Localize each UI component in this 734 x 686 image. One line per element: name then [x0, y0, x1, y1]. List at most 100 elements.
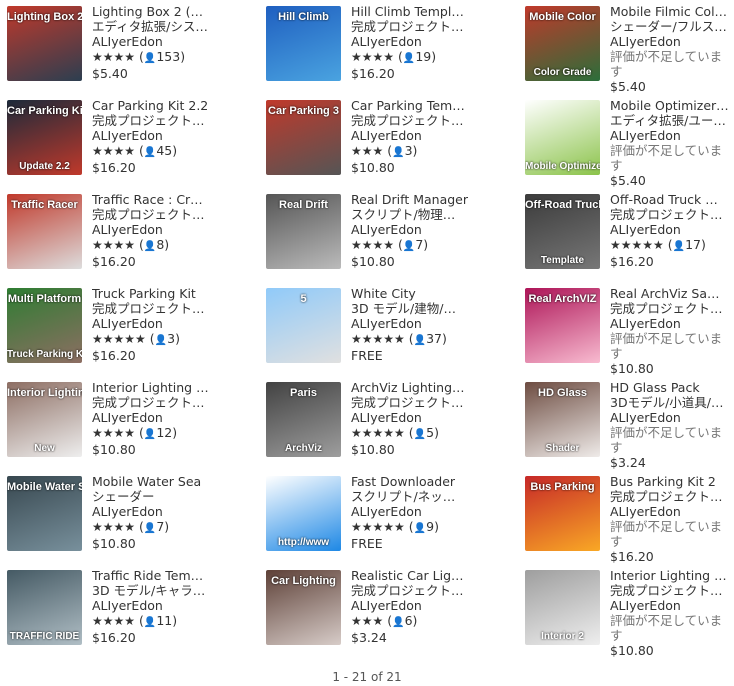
asset-thumbnail[interactable]: Multi Platform Truck Parking Kit: [7, 288, 82, 363]
asset-title-link[interactable]: Bus Parking Kit 2: [610, 474, 734, 489]
asset-publisher-link[interactable]: ALIyerEdon: [351, 222, 501, 237]
asset-title-link[interactable]: Mobile Optimizer…: [610, 98, 734, 113]
asset-publisher-link[interactable]: ALIyerEdon: [610, 410, 734, 425]
asset-item[interactable]: Interior 2 Interior Lighting … 完成プロジェクト… AL…: [518, 568, 734, 658]
asset-thumbnail[interactable]: Interior 2: [525, 570, 600, 645]
asset-item[interactable]: 5 White City 3D モデル/建物/… ALIyerEdon ★★★★★ (👤…: [259, 286, 504, 376]
asset-category-link[interactable]: 完成プロジェクト…: [351, 583, 501, 598]
asset-title-link[interactable]: Lighting Box 2 (…: [92, 4, 242, 19]
asset-item[interactable]: Mobile Water SeaMobile Water SeaシェーダーALI…: [0, 474, 245, 564]
asset-title-link[interactable]: Mobile Filmic Col…: [610, 4, 734, 19]
asset-publisher-link[interactable]: ALIyerEdon: [92, 410, 242, 425]
asset-item[interactable]: TRAFFIC RIDE Traffic Ride Tem… 3D モデル/キャラ……: [0, 568, 245, 658]
asset-category-link[interactable]: 完成プロジェクト…: [92, 113, 242, 128]
asset-publisher-link[interactable]: ALIyerEdon: [351, 504, 501, 519]
asset-thumbnail[interactable]: Paris ArchViz: [266, 382, 341, 457]
asset-publisher-link[interactable]: ALIyerEdon: [351, 128, 501, 143]
asset-title-link[interactable]: Off-Road Truck …: [610, 192, 734, 207]
asset-item[interactable]: http://www Fast Downloader スクリプト/ネッ… ALIyer…: [259, 474, 504, 564]
asset-item[interactable]: Mobile Color Color Grade Mobile Filmic Col…: [518, 4, 734, 94]
asset-publisher-link[interactable]: ALIyerEdon: [610, 316, 734, 331]
asset-item[interactable]: Off-Road Truck Template Off-Road Truck … 完成…: [518, 192, 734, 282]
asset-publisher-link[interactable]: ALIyerEdon: [92, 128, 242, 143]
asset-publisher-link[interactable]: ALIyerEdon: [351, 34, 501, 49]
asset-title-link[interactable]: Mobile Water Sea: [92, 474, 242, 489]
asset-title-link[interactable]: ArchViz Lighting…: [351, 380, 501, 395]
asset-thumbnail[interactable]: Interior Lighting New: [7, 382, 82, 457]
asset-title-link[interactable]: HD Glass Pack: [610, 380, 734, 395]
asset-title-link[interactable]: Traffic Ride Tem…: [92, 568, 242, 583]
asset-publisher-link[interactable]: ALIyerEdon: [92, 34, 242, 49]
asset-title-link[interactable]: Real Drift Manager: [351, 192, 501, 207]
asset-item[interactable]: Multi Platform Truck Parking Kit Truck Par…: [0, 286, 245, 376]
asset-item[interactable]: HD Glass Shader HD Glass Pack 3Dモデル/小道具/… AL…: [518, 380, 734, 470]
asset-publisher-link[interactable]: ALIyerEdon: [351, 316, 501, 331]
asset-category-link[interactable]: スクリプト/物理…: [351, 207, 501, 222]
asset-category-link[interactable]: 3D モデル/建物/…: [351, 301, 501, 316]
asset-category-link[interactable]: エディタ拡張/シス…: [92, 19, 242, 34]
asset-thumbnail[interactable]: Real Drift: [266, 194, 341, 269]
asset-item[interactable]: Traffic Racer Traffic Race : Cr… 完成プロジェクト……: [0, 192, 245, 282]
asset-title-link[interactable]: Truck Parking Kit: [92, 286, 242, 301]
asset-publisher-link[interactable]: ALIyerEdon: [92, 316, 242, 331]
asset-title-link[interactable]: Interior Lighting …: [92, 380, 242, 395]
asset-category-link[interactable]: 完成プロジェクト…: [92, 395, 242, 410]
asset-thumbnail[interactable]: http://www: [266, 476, 341, 551]
asset-category-link[interactable]: 完成プロジェクト…: [351, 113, 501, 128]
asset-thumbnail[interactable]: Car Lighting: [266, 570, 341, 645]
asset-category-link[interactable]: シェーダー: [92, 489, 242, 504]
asset-category-link[interactable]: 完成プロジェクト…: [610, 583, 734, 598]
asset-item[interactable]: Car Parking 3 Car Parking Tem… 完成プロジェクト… AL…: [259, 98, 504, 188]
asset-item[interactable]: Bus Parking Bus Parking Kit 2 完成プロジェクト… ALI…: [518, 474, 734, 564]
asset-thumbnail[interactable]: Real ArchVIZ: [525, 288, 600, 363]
asset-title-link[interactable]: Car Parking Tem…: [351, 98, 501, 113]
asset-thumbnail[interactable]: Lighting Box 2: [7, 6, 82, 81]
asset-item[interactable]: Paris ArchViz ArchViz Lighting… 完成プロジェクト… AL…: [259, 380, 504, 470]
asset-thumbnail[interactable]: Traffic Racer: [7, 194, 82, 269]
asset-publisher-link[interactable]: ALIyerEdon: [92, 504, 242, 519]
asset-thumbnail[interactable]: Bus Parking: [525, 476, 600, 551]
asset-thumbnail[interactable]: Car Parking 3: [266, 100, 341, 175]
asset-item[interactable]: Real ArchVIZ Real ArchViz Sa… 完成プロジェクト… ALI…: [518, 286, 734, 376]
asset-title-link[interactable]: Traffic Race : Cr…: [92, 192, 242, 207]
asset-publisher-link[interactable]: ALIyerEdon: [610, 598, 734, 613]
asset-thumbnail[interactable]: 5: [266, 288, 341, 363]
asset-item[interactable]: Lighting Box 2 Lighting Box 2 (… エディタ拡張/シス…: [0, 4, 245, 94]
asset-category-link[interactable]: 完成プロジェクト…: [92, 301, 242, 316]
asset-category-link[interactable]: エディタ拡張/ユー…: [610, 113, 734, 128]
asset-thumbnail[interactable]: Hill Climb: [266, 6, 341, 81]
asset-publisher-link[interactable]: ALIyerEdon: [610, 504, 734, 519]
asset-title-link[interactable]: Car Parking Kit 2.2: [92, 98, 242, 113]
asset-publisher-link[interactable]: ALIyerEdon: [610, 222, 734, 237]
asset-item[interactable]: Car Parking Kit Update 2.2 Car Parking Kit…: [0, 98, 245, 188]
asset-category-link[interactable]: 完成プロジェクト…: [610, 489, 734, 504]
asset-thumbnail[interactable]: Off-Road Truck Template: [525, 194, 600, 269]
asset-item[interactable]: Interior Lighting New Interior Lighting …完…: [0, 380, 245, 470]
asset-publisher-link[interactable]: ALIyerEdon: [610, 128, 734, 143]
asset-publisher-link[interactable]: ALIyerEdon: [92, 598, 242, 613]
asset-item[interactable]: Mobile Optimizer Mobile Optimizer… エディタ拡張/…: [518, 98, 734, 188]
asset-title-link[interactable]: Fast Downloader: [351, 474, 501, 489]
asset-thumbnail[interactable]: Mobile Color Color Grade: [525, 6, 600, 81]
asset-category-link[interactable]: 完成プロジェクト…: [351, 395, 501, 410]
asset-thumbnail[interactable]: HD Glass Shader: [525, 382, 600, 457]
asset-thumbnail[interactable]: Mobile Optimizer: [525, 100, 600, 175]
asset-title-link[interactable]: White City: [351, 286, 501, 301]
asset-publisher-link[interactable]: ALIyerEdon: [92, 222, 242, 237]
asset-category-link[interactable]: 完成プロジェクト…: [92, 207, 242, 222]
asset-thumbnail[interactable]: Mobile Water Sea: [7, 476, 82, 551]
asset-thumbnail[interactable]: TRAFFIC RIDE: [7, 570, 82, 645]
asset-category-link[interactable]: 完成プロジェクト…: [610, 207, 734, 222]
asset-publisher-link[interactable]: ALIyerEdon: [351, 598, 501, 613]
asset-category-link[interactable]: 完成プロジェクト…: [351, 19, 501, 34]
asset-title-link[interactable]: Realistic Car Lig…: [351, 568, 501, 583]
asset-title-link[interactable]: Real ArchViz Sa…: [610, 286, 734, 301]
asset-item[interactable]: Hill Climb Hill Climb Templ… 完成プロジェクト… ALIy…: [259, 4, 504, 94]
asset-publisher-link[interactable]: ALIyerEdon: [610, 34, 734, 49]
asset-publisher-link[interactable]: ALIyerEdon: [351, 410, 501, 425]
asset-item[interactable]: Car Lighting Realistic Car Lig… 完成プロジェクト… A…: [259, 568, 504, 658]
asset-item[interactable]: Real Drift Real Drift Manager スクリプト/物理… ALI…: [259, 192, 504, 282]
asset-category-link[interactable]: 3Dモデル/小道具/…: [610, 395, 734, 410]
asset-category-link[interactable]: スクリプト/ネッ…: [351, 489, 501, 504]
asset-title-link[interactable]: Interior Lighting …: [610, 568, 734, 583]
